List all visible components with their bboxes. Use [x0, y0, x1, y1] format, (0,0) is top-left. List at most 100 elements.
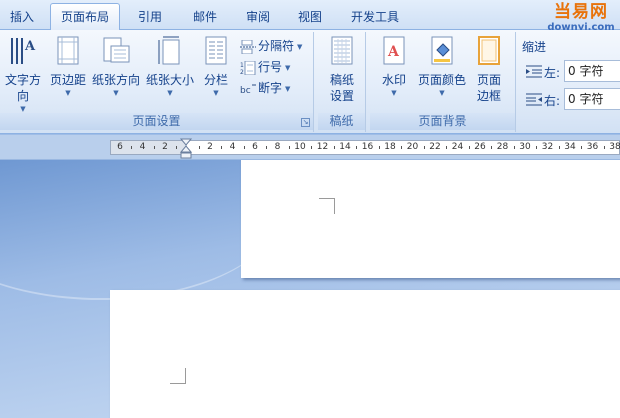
- tab-view[interactable]: 视图: [290, 6, 330, 30]
- tab-insert[interactable]: 插入: [4, 6, 40, 30]
- orientation-icon: [103, 37, 130, 63]
- page-size-label: 纸张大小: [145, 73, 194, 87]
- ruler-label: 2: [162, 142, 168, 152]
- tab-developer[interactable]: 开发工具: [344, 6, 406, 30]
- chevron-down-icon: ▼: [167, 89, 173, 97]
- ruler-tick: [333, 146, 335, 149]
- page-color-label: 页面颜色: [417, 73, 466, 87]
- svg-text:1: 1: [240, 62, 244, 69]
- chevron-down-icon: ▼: [285, 63, 291, 72]
- group-page-setup: A 文字方向 ▼ 页边距 ▼ 纸张方向 ▼ 纸张大小 ▼ 分栏 ▼ 分隔符 ▼ …: [0, 32, 314, 132]
- ruler-label: 8: [274, 142, 281, 152]
- document-page[interactable]: [110, 290, 620, 418]
- margins-button[interactable]: 页边距 ▼: [48, 36, 88, 98]
- orientation-label: 纸张方向: [91, 73, 140, 87]
- margins-label: 页边距: [49, 73, 86, 87]
- line-numbers-icon: 1 2: [240, 60, 256, 75]
- ribbon-tab-bar: 插入 页面布局 引用 邮件 审阅 视图 开发工具 当易网 downyi.com: [0, 0, 620, 33]
- crop-mark: [319, 198, 335, 214]
- page-borders-icon: [478, 36, 500, 65]
- document-area[interactable]: [0, 160, 620, 418]
- page-background-group-label: 页面背景: [370, 113, 515, 130]
- ruler-label: 2: [207, 142, 213, 152]
- indent-right-icon: [526, 93, 542, 106]
- ruler-label: 18: [384, 142, 396, 152]
- chevron-down-icon: ▼: [113, 89, 119, 97]
- text-direction-label: 文字方向: [4, 73, 41, 103]
- columns-label: 分栏: [203, 73, 228, 87]
- indent-left-label: 左:: [544, 66, 561, 80]
- watermark-label: 水印: [381, 73, 406, 87]
- page-borders-label-1: 页面: [476, 73, 501, 87]
- indent-marker-icon[interactable]: [180, 138, 192, 160]
- breaks-icon: [240, 39, 256, 54]
- ruler-label: 4: [229, 142, 236, 152]
- ruler-label: 20: [406, 142, 419, 152]
- tab-references[interactable]: 引用: [130, 6, 170, 30]
- hyphenation-button[interactable]: bc 断字 ▼: [240, 78, 290, 98]
- tab-page-layout[interactable]: 页面布局: [50, 3, 120, 31]
- ruler-label: 6: [117, 142, 123, 152]
- ruler-tick: [423, 146, 425, 149]
- chevron-down-icon: ▼: [65, 89, 71, 97]
- line-numbers-button[interactable]: 1 2 行号 ▼: [240, 57, 290, 77]
- columns-button[interactable]: 分栏 ▼: [198, 36, 234, 98]
- ruler-tick: [198, 146, 200, 149]
- ruler-label: 28: [496, 142, 509, 152]
- breaks-label: 分隔符: [258, 39, 295, 53]
- ruler-tick: [221, 146, 223, 149]
- watermark-icon: A: [383, 36, 405, 65]
- group-paragraph: 缩进 左: 0 字符 右: 0 字符: [518, 32, 620, 132]
- ruler-tick: [176, 146, 178, 149]
- manuscript-settings-label-1: 稿纸: [329, 73, 354, 87]
- manuscript-settings-label-2: 设置: [329, 89, 354, 103]
- ruler-tick: [603, 146, 605, 149]
- text-direction-icon: A: [11, 38, 36, 64]
- ruler-label: 22: [429, 142, 441, 152]
- chevron-down-icon: ▼: [439, 89, 445, 97]
- page-size-button[interactable]: 纸张大小 ▼: [144, 36, 196, 98]
- indent-left-input[interactable]: 0 字符: [564, 60, 620, 82]
- text-direction-button[interactable]: A 文字方向 ▼: [0, 36, 46, 114]
- indent-right-input[interactable]: 0 字符: [564, 88, 620, 110]
- page-setup-dialog-launcher[interactable]: ↘: [301, 118, 310, 127]
- page-borders-label-2: 边框: [476, 89, 501, 103]
- ruler-label: 36: [586, 142, 599, 152]
- page-setup-group-label: 页面设置: [0, 113, 313, 130]
- tab-mailings[interactable]: 邮件: [185, 6, 225, 30]
- page-color-button[interactable]: 页面颜色 ▼: [416, 36, 468, 98]
- hyphenation-label: 断字: [258, 81, 283, 95]
- ruler-label: 30: [519, 142, 531, 152]
- ruler-tick: [153, 146, 155, 149]
- ruler-tick: [446, 146, 448, 149]
- ruler-tick: [401, 146, 403, 149]
- ruler-tick: [468, 146, 470, 149]
- svg-text:A: A: [387, 44, 400, 60]
- ruler-tick: [243, 146, 245, 149]
- document-page[interactable]: [241, 160, 620, 278]
- ruler-tick: [513, 146, 515, 149]
- manuscript-settings-button[interactable]: 稿纸 设置: [320, 36, 364, 104]
- watermark-button[interactable]: A 水印 ▼: [374, 36, 414, 98]
- ruler-label: 6: [252, 142, 258, 152]
- ruler-label: 24: [451, 142, 464, 152]
- tab-review[interactable]: 审阅: [238, 6, 278, 30]
- margins-icon: [57, 36, 79, 65]
- page-borders-button[interactable]: 页面 边框: [470, 36, 508, 104]
- ruler-label: 38: [609, 142, 620, 152]
- ruler-tick: [311, 146, 313, 149]
- background-swoosh: [0, 160, 280, 300]
- ruler-tick: [536, 146, 538, 149]
- orientation-button[interactable]: 纸张方向 ▼: [90, 36, 142, 98]
- logo-title: 当易网: [554, 2, 608, 22]
- indent-left-icon: [526, 65, 542, 78]
- ruler-tick: [288, 146, 290, 149]
- ruler-label: 32: [541, 142, 554, 152]
- ruler-label: 34: [564, 142, 576, 152]
- ruler-tick: [558, 146, 560, 149]
- chevron-down-icon: ▼: [213, 89, 219, 97]
- line-numbers-label: 行号: [258, 60, 283, 74]
- ruler-label: 12: [316, 142, 329, 152]
- svg-text:2: 2: [240, 69, 244, 75]
- breaks-button[interactable]: 分隔符 ▼: [240, 36, 302, 56]
